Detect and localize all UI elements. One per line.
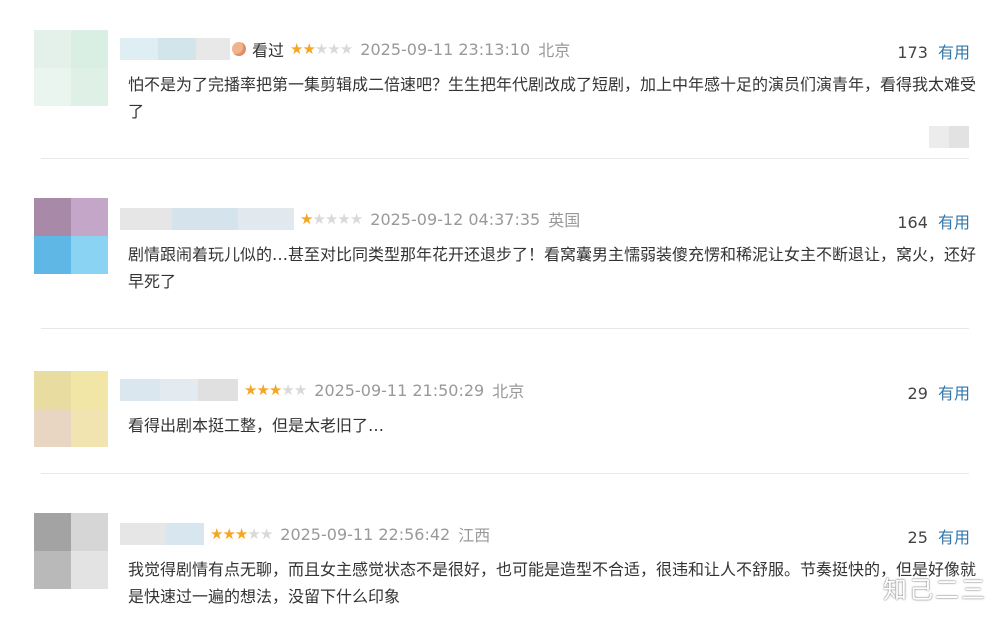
avatar-pixel <box>34 236 71 274</box>
useful-button[interactable]: 有用 <box>938 528 970 547</box>
star-filled-icon: ★ <box>234 525 248 543</box>
star-empty-icon: ★ <box>327 40 340 58</box>
username-block <box>238 208 294 230</box>
useful-vote: 164 有用 <box>897 209 970 233</box>
star-filled-icon: ★ <box>256 381 269 399</box>
star-filled-icon: ★ <box>210 525 223 543</box>
username-block <box>120 208 172 230</box>
star-empty-icon: ★ <box>247 525 260 543</box>
star-rating: ★★★★★ <box>300 210 363 228</box>
username-block <box>166 523 204 545</box>
star-empty-icon: ★ <box>337 210 350 228</box>
username-link[interactable] <box>120 379 238 401</box>
face-icon <box>232 42 246 56</box>
username-block <box>120 523 166 545</box>
star-empty-icon: ★ <box>339 40 353 58</box>
star-filled-icon: ★ <box>302 40 315 58</box>
star-empty-icon: ★ <box>259 525 273 543</box>
comment-text: 我觉得剧情有点无聊，而且女主感觉状态不是很好，也可能是造型不合适，很违和让人不舒… <box>128 560 977 606</box>
username-block <box>120 379 160 401</box>
username-link[interactable] <box>120 38 230 60</box>
star-filled-icon: ★ <box>222 525 235 543</box>
username-block <box>158 38 196 60</box>
comment-text: 怕不是为了完播率把第一集剪辑成二倍速吧？生生把年代剧改成了短剧，加上中年感十足的… <box>128 75 977 121</box>
star-rating: ★★★★★ <box>244 381 307 399</box>
review-meta: ★★★★★ 2025-09-11 22:56:42 江西 <box>120 522 490 546</box>
avatar-pixel <box>71 551 108 589</box>
useful-vote: 29 有用 <box>908 380 970 404</box>
star-filled-icon: ★ <box>268 381 282 399</box>
comment-location: 江西 <box>458 526 491 545</box>
avatar-pixel <box>34 551 71 589</box>
useful-count: 173 <box>897 43 928 62</box>
avatar-pixel <box>71 371 108 409</box>
divider <box>41 158 969 159</box>
avatar-pixel <box>71 68 108 106</box>
avatar-pixel <box>71 30 108 68</box>
comment-location: 英国 <box>548 211 581 230</box>
star-empty-icon: ★ <box>324 210 338 228</box>
star-rating: ★★★★★ <box>210 525 273 543</box>
star-empty-icon: ★ <box>281 381 294 399</box>
review-list: 看过 ★★★★★ 2025-09-11 23:13:10 北京 173 有用 怕… <box>0 0 1005 625</box>
username-link[interactable] <box>120 523 204 545</box>
star-empty-icon: ★ <box>314 40 328 58</box>
watermark: 知己二三 <box>883 576 987 604</box>
review-meta: 看过 ★★★★★ 2025-09-11 23:13:10 北京 <box>120 37 570 61</box>
useful-button[interactable]: 有用 <box>938 213 970 232</box>
comment-time[interactable]: 2025-09-11 23:13:10 <box>360 40 530 59</box>
useful-count: 29 <box>907 384 928 403</box>
useful-button[interactable]: 有用 <box>938 43 970 62</box>
comment-time[interactable]: 2025-09-11 21:50:29 <box>314 381 484 400</box>
divider <box>41 473 969 474</box>
avatar-pixel <box>34 68 71 106</box>
comment-location: 北京 <box>492 382 525 401</box>
avatar[interactable] <box>34 371 108 447</box>
star-empty-icon: ★ <box>349 210 363 228</box>
username-block <box>198 379 238 401</box>
star-rating: ★★★★★ <box>290 40 353 58</box>
comment-text: 看得出剧本挺工整，但是太老旧了… <box>128 416 385 435</box>
comment-text: 剧情跟闹着玩儿似的…甚至对比同类型那年花开还退步了！看窝囊男主懦弱装傻充愣和稀泥… <box>128 245 977 291</box>
avatar-pixel <box>71 513 108 551</box>
useful-button[interactable]: 有用 <box>938 384 970 403</box>
reply-button[interactable] <box>929 126 969 148</box>
useful-count: 25 <box>907 528 928 547</box>
useful-count: 164 <box>897 213 928 232</box>
username-block <box>172 208 238 230</box>
useful-vote: 25 有用 <box>908 524 970 548</box>
avatar-pixel <box>34 371 71 409</box>
username-block <box>196 38 230 60</box>
avatar-pixel <box>71 198 108 236</box>
avatar-pixel <box>34 513 71 551</box>
avatar[interactable] <box>34 198 108 274</box>
star-filled-icon: ★ <box>290 40 303 58</box>
comment-location: 北京 <box>538 41 571 60</box>
avatar-pixel <box>34 409 71 447</box>
avatar[interactable] <box>34 513 108 589</box>
username-block <box>120 38 158 60</box>
star-filled-icon: ★ <box>300 210 313 228</box>
star-empty-icon: ★ <box>293 381 307 399</box>
star-filled-icon: ★ <box>244 381 257 399</box>
avatar[interactable] <box>34 30 108 106</box>
watched-tag: 看过 <box>252 41 285 60</box>
star-empty-icon: ★ <box>312 210 325 228</box>
divider <box>41 328 969 329</box>
username-block <box>160 379 198 401</box>
avatar-pixel <box>34 198 71 236</box>
useful-vote: 173 有用 <box>897 39 970 63</box>
review-meta: ★★★★★ 2025-09-11 21:50:29 北京 <box>120 378 524 402</box>
avatar-pixel <box>71 409 108 447</box>
comment-time[interactable]: 2025-09-12 04:37:35 <box>370 210 540 229</box>
comment-time[interactable]: 2025-09-11 22:56:42 <box>280 525 450 544</box>
avatar-pixel <box>71 236 108 274</box>
avatar-pixel <box>34 30 71 68</box>
username-link[interactable] <box>120 208 294 230</box>
review-meta: ★★★★★ 2025-09-12 04:37:35 英国 <box>120 207 580 231</box>
